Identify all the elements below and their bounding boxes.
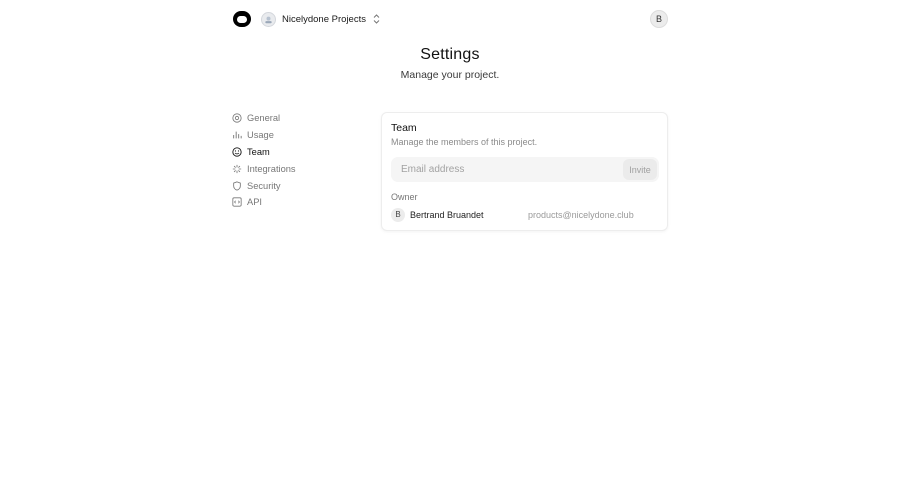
nav-item-label: Team — [247, 146, 270, 157]
nav-item-label: Integrations — [247, 163, 296, 174]
gear-icon — [232, 113, 242, 123]
page-title: Settings — [420, 46, 480, 63]
nav-item-api[interactable]: API — [232, 194, 352, 211]
settings-nav: General Usage Team Integrations Security… — [232, 110, 352, 211]
team-card-subtitle: Manage the members of this project. — [391, 137, 538, 147]
project-name: Nicelydone Projects — [282, 13, 366, 25]
user-avatar[interactable]: B — [650, 10, 668, 28]
smiley-icon — [232, 147, 242, 157]
nav-item-label: General — [247, 113, 281, 124]
invite-row: Invite — [391, 157, 659, 182]
usage-icon — [232, 130, 242, 140]
owner-label: Owner — [391, 192, 418, 202]
page-subtitle: Manage your project. — [400, 69, 500, 81]
member-name: Bertrand Bruandet — [410, 209, 484, 220]
top-bar: Nicelydone Projects B — [0, 0, 900, 38]
integrations-icon — [232, 164, 242, 174]
member-avatar: B — [391, 207, 405, 222]
member-email: products@nicelydone.club — [528, 209, 634, 220]
email-input[interactable] — [391, 157, 616, 182]
nav-item-team[interactable]: Team — [232, 144, 352, 161]
project-avatar-icon — [261, 11, 276, 27]
logo-hole — [237, 15, 247, 23]
nav-item-usage[interactable]: Usage — [232, 127, 352, 144]
logo-icon[interactable] — [233, 11, 251, 27]
nav-item-label: API — [247, 197, 262, 208]
team-card-title: Team — [391, 122, 417, 134]
nav-item-security[interactable]: Security — [232, 177, 352, 194]
nav-item-general[interactable]: General — [232, 110, 352, 127]
project-switcher[interactable]: Nicelydone Projects — [261, 10, 382, 28]
member-row: B Bertrand Bruandet products@nicelydone.… — [391, 207, 659, 222]
nav-item-integrations[interactable]: Integrations — [232, 160, 352, 177]
shield-icon — [232, 180, 242, 191]
team-card: Team Manage the members of this project.… — [381, 112, 668, 231]
nav-item-label: Usage — [247, 130, 274, 141]
invite-button[interactable]: Invite — [623, 159, 657, 180]
nav-item-label: Security — [247, 180, 281, 191]
page-header: Settings Manage your project. — [0, 46, 900, 81]
code-icon — [232, 197, 242, 207]
chevron-updown-icon — [372, 13, 382, 25]
